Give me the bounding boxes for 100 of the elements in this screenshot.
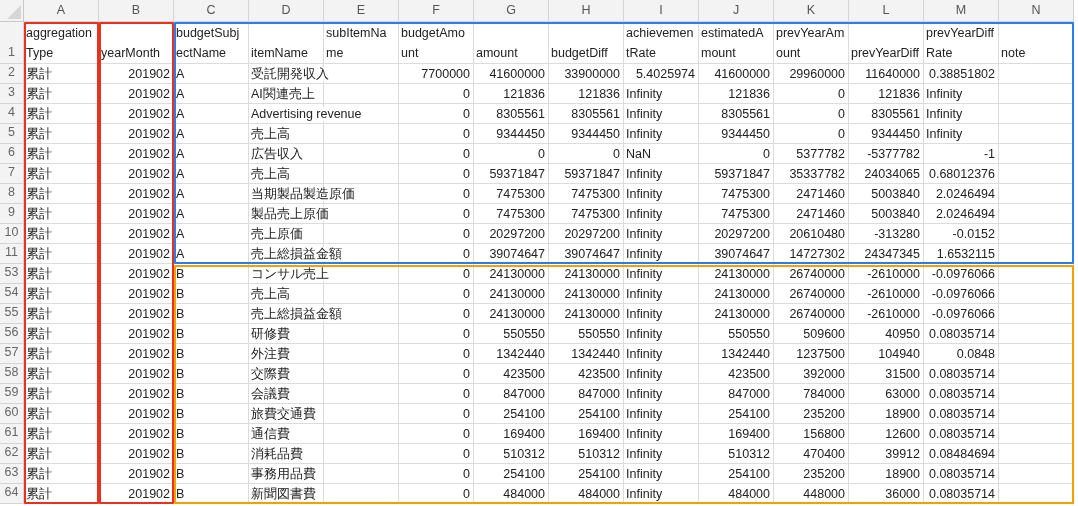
table-cell: 9344450 [496, 127, 545, 141]
header-cell-text: aggregationType [26, 25, 94, 62]
column-header[interactable]: D [249, 0, 324, 22]
table-cell: 201902 [128, 287, 170, 301]
table-cell: 累計 [26, 247, 52, 261]
table-cell: 0.08035714 [928, 487, 995, 501]
table-cell: A [176, 207, 185, 221]
table-cell: Infinity [626, 447, 663, 461]
column-header[interactable]: H [549, 0, 624, 22]
table-cell: 59371847 [564, 167, 620, 181]
table-cell: Infinity [626, 107, 663, 121]
table-cell: Infinity [926, 107, 963, 121]
table-cell: Infinity [626, 167, 663, 181]
table-cell: 392000 [803, 367, 845, 381]
table-cell: 0.08035714 [928, 427, 995, 441]
table-cell: 9344450 [721, 127, 770, 141]
table-cell: 24130000 [714, 267, 770, 281]
table-cell: 0 [463, 247, 470, 261]
column-header[interactable]: F [399, 0, 474, 22]
table-cell: 121836 [578, 87, 620, 101]
column-header[interactable]: G [474, 0, 549, 22]
column-header[interactable]: A [24, 0, 99, 22]
table-cell: 33900000 [564, 67, 620, 81]
table-cell: 18900 [885, 407, 920, 421]
table-cell: Infinity [626, 187, 663, 201]
table-cell: Infinity [926, 87, 963, 101]
table-cell: A [176, 107, 185, 121]
table-cell: 24130000 [714, 307, 770, 321]
table-cell: 235200 [803, 407, 845, 421]
table-cell: 201902 [128, 147, 170, 161]
table-cell: 1342440 [721, 347, 770, 361]
column-header[interactable]: N [999, 0, 1074, 22]
table-cell: 18900 [885, 467, 920, 481]
table-cell: 広告収入 [251, 147, 303, 161]
table-cell: 1237500 [796, 347, 845, 361]
table-cell: B [176, 347, 185, 361]
column-header[interactable]: K [774, 0, 849, 22]
table-cell: 5003840 [871, 207, 920, 221]
table-cell: 201902 [128, 467, 170, 481]
table-cell: B [176, 307, 185, 321]
table-cell: -5377782 [867, 147, 920, 161]
table-cell: 36000 [885, 487, 920, 501]
select-all-icon[interactable] [7, 5, 21, 19]
column-header[interactable]: C [174, 0, 249, 22]
table-cell: A [176, 67, 185, 81]
table-cell: 24130000 [489, 307, 545, 321]
header-cell-text: subItemName [326, 25, 388, 62]
table-cell: 研修費 [251, 327, 290, 341]
table-cell: 121836 [728, 87, 770, 101]
table-cell: 7475300 [571, 187, 620, 201]
table-cell: 通信費 [251, 427, 290, 441]
table-cell: 0 [463, 287, 470, 301]
table-cell: 8305561 [571, 107, 620, 121]
column-header[interactable]: M [924, 0, 999, 22]
table-cell: 24130000 [489, 287, 545, 301]
column-header[interactable]: I [624, 0, 699, 22]
column-header[interactable]: B [99, 0, 174, 22]
column-header[interactable]: E [324, 0, 399, 22]
table-cell: 201902 [128, 387, 170, 401]
table-cell: 0 [463, 307, 470, 321]
table-cell: Infinity [626, 467, 663, 481]
table-cell: 0 [463, 227, 470, 241]
table-cell: 7700000 [421, 67, 470, 81]
table-cell: 11640000 [865, 67, 920, 81]
table-cell: 510312 [728, 447, 770, 461]
table-cell: 484000 [503, 487, 545, 501]
table-cell: 累計 [26, 147, 52, 161]
table-cell: 121836 [503, 87, 545, 101]
table-cell: 59371847 [714, 167, 770, 181]
table-cell: 0.08484694 [928, 447, 995, 461]
header-cell-text: prevYearDiffRate [926, 25, 996, 62]
table-cell: A [176, 167, 185, 181]
table-cell: 累計 [26, 427, 52, 441]
table-cell: Infinity [626, 407, 663, 421]
row-number[interactable]: 1 [8, 43, 15, 62]
table-cell: 2471460 [796, 207, 845, 221]
table-cell: 201902 [128, 87, 170, 101]
table-cell: 交際費 [251, 367, 290, 381]
table-cell: 8305561 [721, 107, 770, 121]
table-cell: 784000 [803, 387, 845, 401]
table-cell: 0 [463, 407, 470, 421]
table-cell: 169400 [728, 427, 770, 441]
table-cell: 累計 [26, 167, 52, 181]
table-cell: 0 [463, 347, 470, 361]
table-cell: 5003840 [871, 187, 920, 201]
table-cell: 累計 [26, 367, 52, 381]
column-header[interactable]: L [849, 0, 924, 22]
table-cell: 26740000 [789, 267, 845, 281]
table-cell: 売上高 [251, 167, 290, 181]
table-cell: 39074647 [489, 247, 545, 261]
table-cell: 消耗品費 [251, 447, 303, 461]
table-cell: 累計 [26, 207, 52, 221]
table-cell: 24130000 [489, 267, 545, 281]
table-cell: Infinity [926, 127, 963, 141]
table-cell: 26740000 [789, 307, 845, 321]
table-cell: 254100 [578, 467, 620, 481]
table-cell: 24347345 [864, 247, 920, 261]
column-header[interactable]: J [699, 0, 774, 22]
table-cell: 売上総損益金額 [251, 307, 342, 321]
table-cell: Infinity [626, 347, 663, 361]
